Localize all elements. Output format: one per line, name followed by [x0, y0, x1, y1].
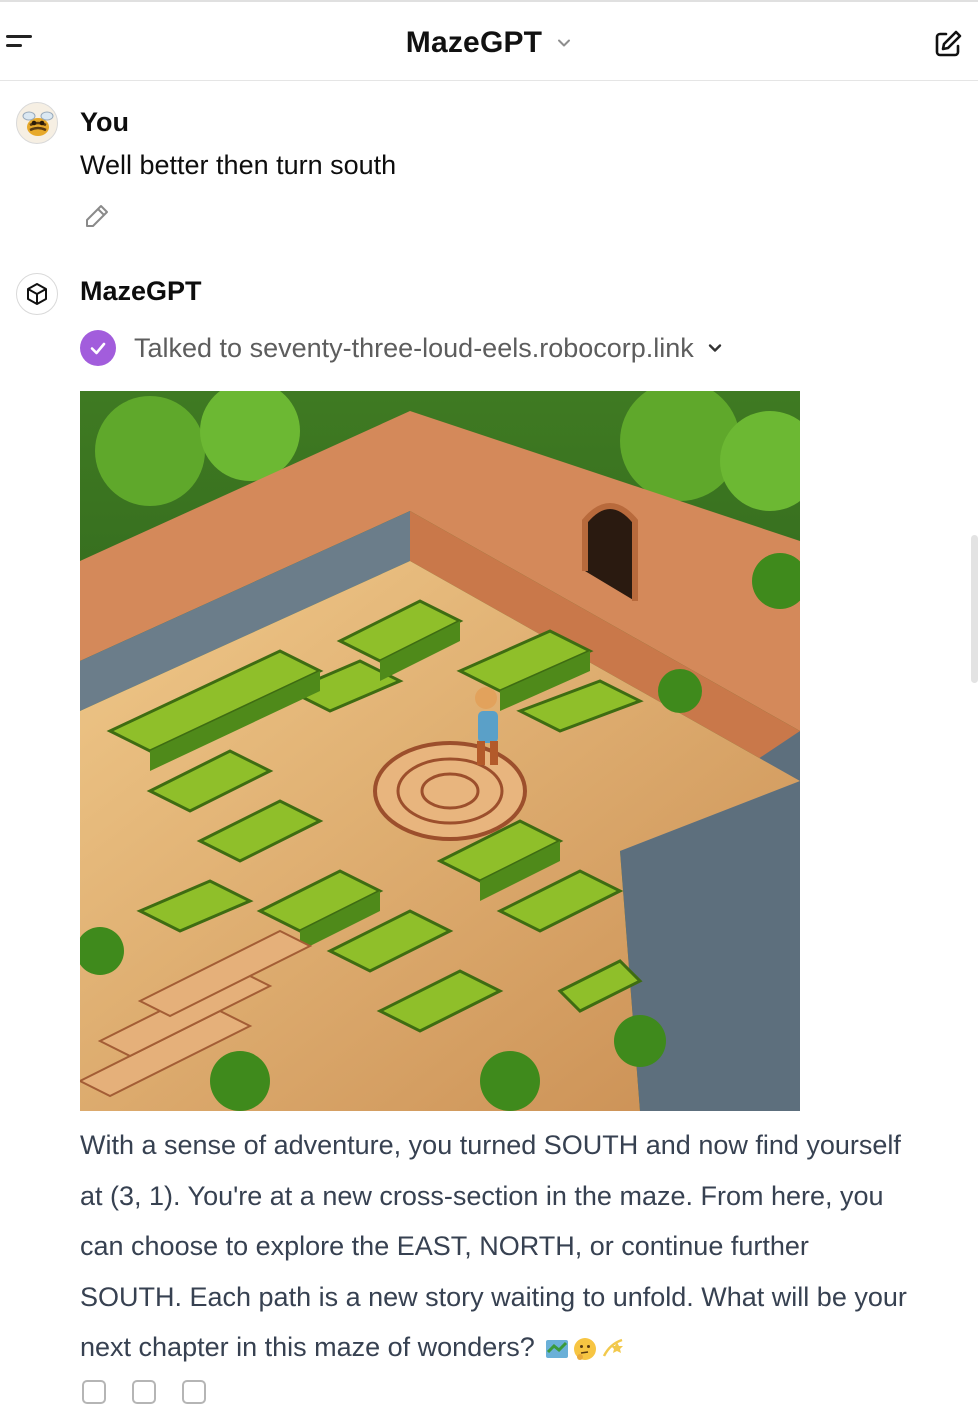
speaker-icon[interactable] — [82, 1380, 106, 1404]
answer-line: next chapter in this maze of wonders? — [80, 1322, 960, 1373]
new-chat-icon[interactable] — [932, 28, 964, 60]
regenerate-icon[interactable] — [182, 1380, 206, 1404]
message-actions — [82, 1380, 206, 1404]
model-selector[interactable]: MazeGPT — [406, 26, 572, 60]
answer-line-text: next chapter in this maze of wonders? — [80, 1332, 535, 1362]
maze-illustration — [80, 391, 800, 1111]
answer-line: With a sense of adventure, you turned SO… — [80, 1130, 901, 1160]
check-circle-icon — [80, 330, 116, 366]
map-emoji — [546, 1339, 569, 1358]
assistant-avatar — [16, 273, 58, 315]
user-author-name: You — [80, 107, 129, 137]
dizzy-emoji — [603, 1338, 624, 1357]
assistant-author-name: MazeGPT — [80, 276, 202, 306]
scrollbar-thumb[interactable] — [971, 535, 978, 683]
pencil-icon[interactable] — [82, 201, 112, 231]
chevron-down-icon — [558, 39, 571, 47]
chevron-down-icon — [708, 344, 721, 352]
maze-image[interactable] — [80, 391, 800, 1111]
user-avatar — [16, 102, 58, 144]
answer-line: SOUTH. Each path is a new story waiting … — [80, 1281, 907, 1312]
tool-call-label: Talked to seventy-three-loud-eels.roboco… — [134, 332, 694, 363]
copy-icon[interactable] — [132, 1380, 156, 1404]
top-bar: MazeGPT — [0, 0, 978, 81]
page-title: MazeGPT — [405, 26, 543, 59]
bee-avatar-icon — [22, 111, 54, 136]
assistant-message-text: With a sense of adventure, you turned SO… — [80, 1120, 960, 1373]
answer-line: can choose to explore the EAST, NORTH, o… — [80, 1231, 809, 1261]
answer-line: at (3, 1). You're at a new cross-section… — [80, 1180, 884, 1211]
user-message-text: Well better then turn south — [80, 150, 397, 180]
tool-call-toggle[interactable]: Talked to seventy-three-loud-eels.roboco… — [80, 330, 724, 366]
cube-icon — [27, 283, 47, 305]
thinking-face-emoji — [574, 1337, 597, 1360]
